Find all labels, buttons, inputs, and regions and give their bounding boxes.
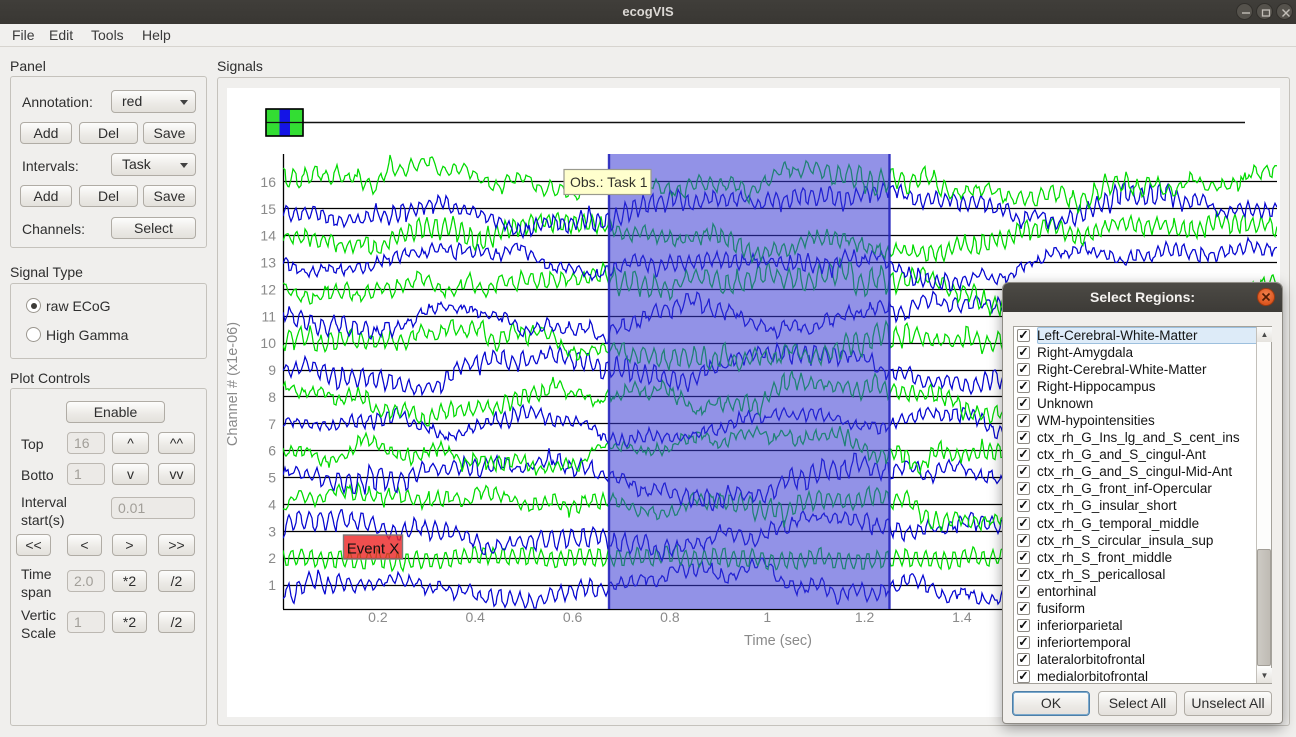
svg-text:8: 8 (268, 389, 276, 405)
svg-text:11: 11 (261, 308, 276, 324)
svg-text:12: 12 (260, 282, 276, 298)
svg-text:14: 14 (260, 228, 276, 244)
svg-text:2: 2 (268, 550, 276, 566)
svg-text:16: 16 (260, 174, 276, 190)
svg-text:1.4: 1.4 (952, 609, 972, 625)
svg-text:Obs.: Task 1: Obs.: Task 1 (570, 174, 648, 190)
svg-text:4: 4 (268, 496, 276, 512)
svg-text:3: 3 (268, 523, 276, 539)
svg-text:9: 9 (268, 362, 276, 378)
svg-text:15: 15 (260, 201, 276, 217)
svg-text:1: 1 (268, 577, 276, 593)
svg-text:Channel # (x1e-06): Channel # (x1e-06) (227, 322, 241, 446)
svg-text:10: 10 (260, 335, 276, 351)
svg-text:0.4: 0.4 (465, 609, 485, 625)
svg-text:Time (sec): Time (sec) (744, 633, 812, 649)
svg-text:1.2: 1.2 (855, 609, 875, 625)
svg-text:0.6: 0.6 (563, 609, 583, 625)
svg-text:1: 1 (763, 609, 771, 625)
svg-text:0.8: 0.8 (660, 609, 680, 625)
svg-text:5: 5 (268, 470, 276, 486)
svg-text:6: 6 (268, 443, 276, 459)
svg-text:13: 13 (260, 255, 276, 271)
svg-text:7: 7 (268, 416, 276, 432)
svg-text:Event X: Event X (347, 541, 400, 558)
svg-text:0.2: 0.2 (368, 609, 388, 625)
